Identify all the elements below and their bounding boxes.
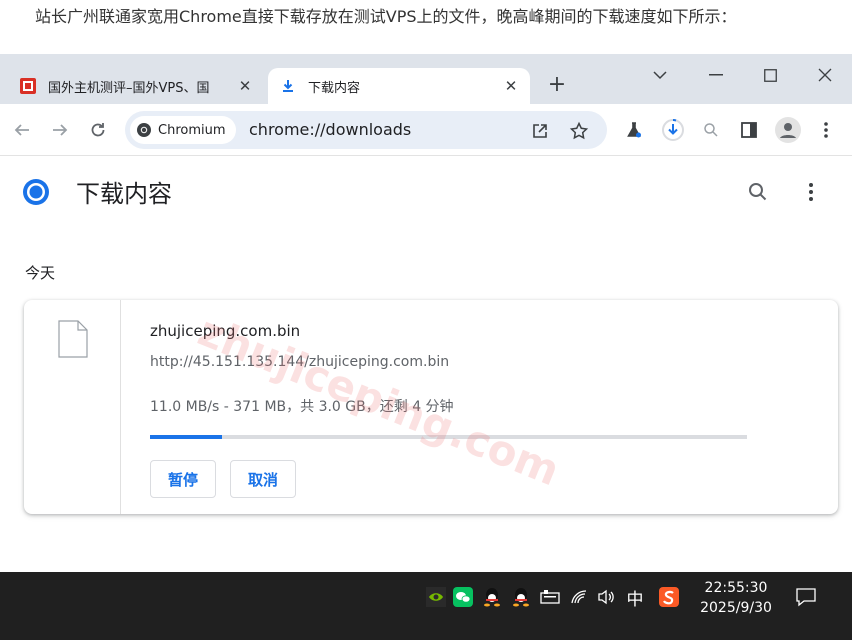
clock-time: 22:55:30 bbox=[704, 580, 768, 596]
sogou-ime-icon[interactable] bbox=[658, 586, 680, 608]
url-text[interactable]: chrome://downloads bbox=[249, 111, 411, 149]
back-arrow-icon[interactable] bbox=[8, 116, 36, 144]
download-status: 11.0 MB/s - 371 MB，共 3.0 GB，还剩 4 分钟 bbox=[150, 399, 454, 415]
chevron-down-icon[interactable] bbox=[640, 60, 680, 90]
download-icon bbox=[278, 76, 298, 96]
tab-strip: 国外主机测评–国外VPS、国 ✕ 下载内容 ✕ + bbox=[0, 54, 852, 104]
wechat-icon[interactable] bbox=[452, 586, 474, 608]
chrome-downloads-logo-icon bbox=[23, 179, 49, 205]
wifi-icon[interactable] bbox=[568, 586, 590, 608]
pause-button[interactable]: 暂停 bbox=[150, 460, 217, 498]
window-close-icon[interactable] bbox=[805, 60, 845, 90]
minimize-icon[interactable] bbox=[696, 60, 736, 90]
close-icon[interactable]: ✕ bbox=[500, 75, 522, 97]
toolbar: Chromium chrome://downloads bbox=[0, 104, 852, 156]
downloads-progress-icon[interactable] bbox=[659, 116, 687, 144]
nvidia-icon[interactable] bbox=[425, 586, 447, 608]
chromium-logo-icon bbox=[137, 123, 151, 137]
system-clock[interactable]: 22:55:30 2025/9/30 bbox=[690, 578, 782, 618]
side-panel-icon[interactable] bbox=[735, 116, 763, 144]
labs-flask-icon[interactable] bbox=[620, 116, 648, 144]
download-progress-bar bbox=[150, 435, 747, 439]
tab-downloads[interactable]: 下载内容 ✕ bbox=[268, 68, 530, 104]
forward-arrow-icon[interactable] bbox=[46, 116, 74, 144]
file-icon bbox=[58, 320, 88, 358]
volume-icon[interactable] bbox=[595, 586, 617, 608]
search-icon[interactable] bbox=[744, 178, 772, 206]
profile-avatar-icon[interactable] bbox=[774, 116, 802, 144]
zoom-search-icon[interactable] bbox=[697, 116, 725, 144]
menu-kebab-icon[interactable] bbox=[812, 116, 840, 144]
download-filename[interactable]: zhujiceping.com.bin bbox=[150, 322, 300, 340]
address-bar[interactable]: Chromium chrome://downloads bbox=[125, 111, 607, 149]
ime-indicator[interactable]: 中 bbox=[624, 586, 646, 610]
maximize-icon[interactable] bbox=[750, 60, 790, 90]
section-today: 今天 bbox=[25, 264, 56, 282]
chip-label: Chromium bbox=[158, 122, 226, 138]
reload-icon[interactable] bbox=[84, 116, 112, 144]
tab-title: 下载内容 bbox=[308, 80, 361, 96]
new-tab-plus-icon[interactable]: + bbox=[544, 71, 570, 97]
site-favicon-icon bbox=[18, 76, 38, 96]
share-icon[interactable] bbox=[529, 120, 551, 142]
notification-icon[interactable] bbox=[794, 586, 818, 608]
tab-title: 国外主机测评–国外VPS、国 bbox=[48, 80, 210, 96]
more-options-icon[interactable] bbox=[797, 178, 825, 206]
page-title: 下载内容 bbox=[76, 180, 172, 208]
chromium-chip[interactable]: Chromium bbox=[130, 116, 236, 144]
download-progress-fill bbox=[150, 435, 222, 439]
cancel-button[interactable]: 取消 bbox=[230, 460, 297, 498]
keyboard-device-icon[interactable] bbox=[539, 586, 561, 608]
browser-window: 国外主机测评–国外VPS、国 ✕ 下载内容 ✕ + Chromium chrom… bbox=[0, 54, 852, 572]
download-card: zhujiceping.com.bin http://45.151.135.14… bbox=[24, 300, 838, 514]
article-caption: 站长广州联通家宽用Chrome直接下载存放在测试VPS上的文件，晚高峰期间的下载… bbox=[0, 0, 852, 54]
downloads-page: 下载内容 今天 zhujiceping.com.bin http://45.15… bbox=[0, 156, 852, 572]
taskbar: 中 22:55:30 2025/9/30 bbox=[0, 572, 852, 640]
tab-zhujiceping[interactable]: 国外主机测评–国外VPS、国 ✕ bbox=[8, 68, 264, 104]
bookmark-star-icon[interactable] bbox=[568, 120, 590, 142]
download-source-url[interactable]: http://45.151.135.144/zhujiceping.com.bi… bbox=[150, 354, 449, 370]
card-divider bbox=[120, 300, 121, 514]
qq-icon[interactable] bbox=[510, 586, 532, 608]
close-icon[interactable]: ✕ bbox=[234, 75, 256, 97]
qq-icon[interactable] bbox=[481, 586, 503, 608]
clock-date: 2025/9/30 bbox=[700, 600, 772, 616]
